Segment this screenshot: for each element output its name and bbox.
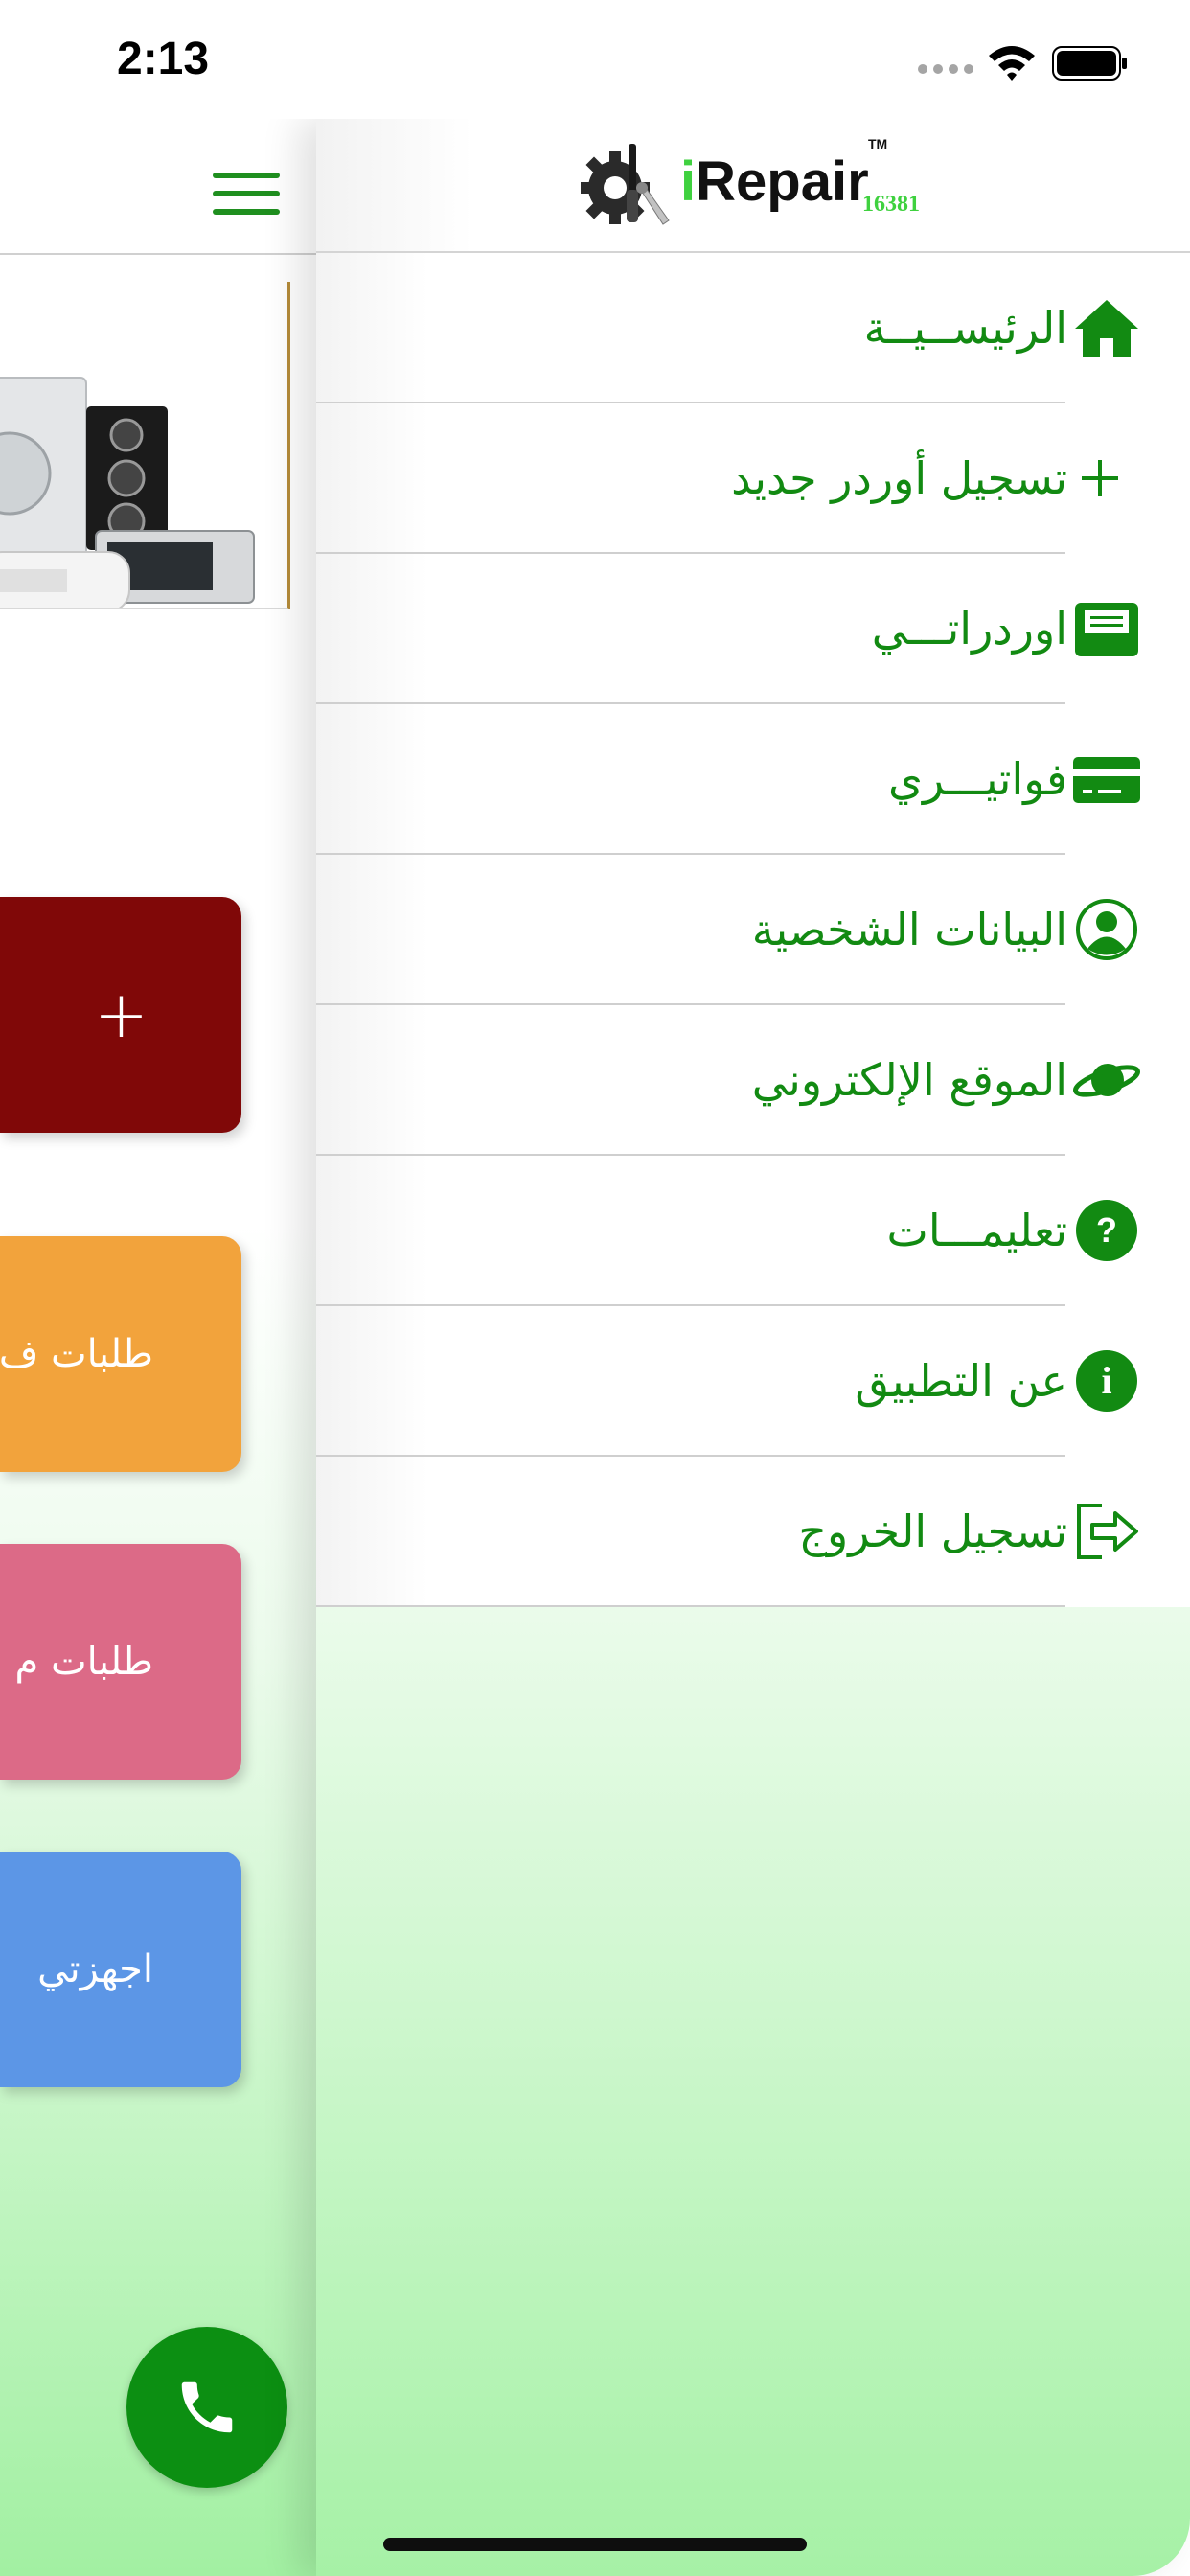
- user-circle-icon: [1076, 899, 1137, 960]
- main-top-bar: [0, 119, 316, 255]
- tile-label: طلبات ف: [0, 1332, 153, 1376]
- logo-repair: Repair: [696, 150, 869, 213]
- tile-label: طلبات م: [14, 1640, 153, 1684]
- menu-item-label: البيانات الشخصية: [751, 903, 1067, 955]
- home-icon: [1075, 300, 1138, 357]
- call-button[interactable]: [126, 2327, 287, 2488]
- planet-icon: [1073, 1064, 1140, 1097]
- menu-item-logout[interactable]: تسجيل الخروج: [316, 1457, 1190, 1607]
- logo-trademark: TM: [868, 136, 888, 151]
- menu-item-my-orders[interactable]: اوردراتـــي: [316, 554, 1190, 704]
- menu-item-new-order[interactable]: تسجيل أوردر جديد: [316, 403, 1190, 554]
- logo-number: 16381: [862, 192, 920, 217]
- tile-plus-label: +: [94, 977, 149, 1053]
- status-bar: 2:13: [0, 0, 1190, 119]
- status-time: 2:13: [117, 34, 210, 84]
- irepair-logo: iRepair TM 16381: [575, 132, 929, 238]
- drawer-header: iRepair TM 16381: [316, 119, 1190, 253]
- credit-card-icon: [1073, 757, 1140, 803]
- tile-requests-2[interactable]: طلبات م: [0, 1544, 241, 1780]
- side-drawer: iRepair TM 16381 الرئيســيــة تسجيل أورد…: [316, 119, 1190, 2576]
- menu-item-profile[interactable]: البيانات الشخصية: [316, 855, 1190, 1005]
- menu-item-label: تسجيل أوردر جديد: [731, 451, 1067, 504]
- menu-item-label: فواتيـــري: [887, 752, 1067, 805]
- menu-item-label: عن التطبيق: [855, 1354, 1067, 1407]
- menu-item-label: تسجيل الخروج: [798, 1505, 1067, 1557]
- battery-icon: [1052, 46, 1127, 80]
- main-screen: + طلبات ف طلبات م اجهزتي: [0, 119, 316, 2576]
- appliances-image: [0, 377, 255, 608]
- menu-item-home[interactable]: الرئيســيــة: [316, 253, 1190, 403]
- logout-icon: [1077, 1504, 1138, 1559]
- phone-icon: [181, 2381, 233, 2433]
- inbox-icon: [1075, 603, 1138, 656]
- appliances-banner: [0, 282, 290, 610]
- gear-tools-icon: [581, 144, 670, 225]
- menu-item-instructions[interactable]: تعليمـــات ?: [316, 1156, 1190, 1306]
- logo-wordmark: iRepair: [680, 150, 869, 214]
- cellular-signal-icon: [918, 61, 973, 75]
- menu-item-label: الموقع الإلكتروني: [751, 1053, 1067, 1106]
- logo-i: i: [680, 150, 697, 213]
- menu-item-label: الرئيســيــة: [863, 301, 1067, 354]
- hamburger-menu-icon[interactable]: [213, 172, 280, 217]
- wifi-icon: [989, 46, 1035, 80]
- svg-text:?: ?: [1096, 1210, 1117, 1250]
- tile-label: اجهزتي: [37, 1947, 153, 1991]
- svg-text:i: i: [1101, 1359, 1111, 1402]
- tile-requests-1[interactable]: طلبات ف: [0, 1236, 241, 1472]
- question-circle-icon: ?: [1076, 1200, 1137, 1261]
- menu-item-about[interactable]: عن التطبيق i: [316, 1306, 1190, 1457]
- menu-item-website[interactable]: الموقع الإلكتروني: [316, 1005, 1190, 1156]
- add-order-tile[interactable]: +: [0, 897, 241, 1133]
- menu-item-label: اوردراتـــي: [871, 602, 1067, 655]
- tile-my-devices[interactable]: اجهزتي: [0, 1852, 241, 2087]
- menu-item-label: تعليمـــات: [886, 1204, 1067, 1256]
- menu-item-my-invoices[interactable]: فواتيـــري: [316, 704, 1190, 855]
- home-indicator: [383, 2538, 807, 2551]
- drawer-menu: الرئيســيــة تسجيل أوردر جديد اوردراتـــ…: [316, 253, 1190, 1607]
- info-circle-icon: i: [1076, 1350, 1137, 1412]
- plus-icon: [1082, 460, 1118, 496]
